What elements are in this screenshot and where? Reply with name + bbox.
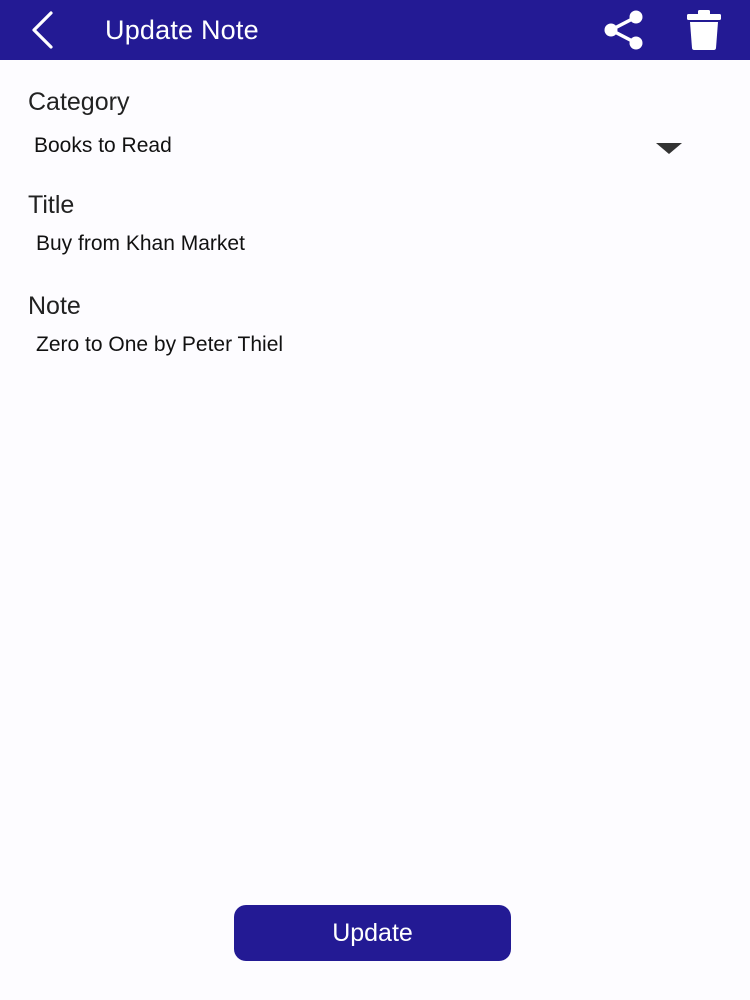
trash-icon bbox=[687, 10, 721, 50]
page-title: Update Note bbox=[105, 15, 259, 45]
update-button[interactable]: Update bbox=[234, 905, 511, 961]
note-input[interactable] bbox=[30, 327, 706, 363]
app-header: Update Note bbox=[0, 0, 750, 60]
category-dropdown[interactable]: Books to Read bbox=[28, 128, 698, 168]
category-selected-value: Books to Read bbox=[34, 134, 172, 157]
title-label: Title bbox=[28, 191, 75, 219]
update-note-screen: Update Note Category Books to Read Title bbox=[0, 0, 750, 1000]
title-input[interactable] bbox=[30, 226, 706, 262]
share-icon bbox=[604, 10, 643, 50]
caret-down-icon bbox=[656, 143, 682, 154]
chevron-left-icon bbox=[32, 11, 53, 49]
note-label: Note bbox=[28, 292, 81, 320]
share-button[interactable] bbox=[598, 8, 648, 52]
delete-button[interactable] bbox=[680, 6, 728, 54]
category-label: Category bbox=[28, 88, 130, 116]
back-button[interactable] bbox=[22, 8, 62, 52]
